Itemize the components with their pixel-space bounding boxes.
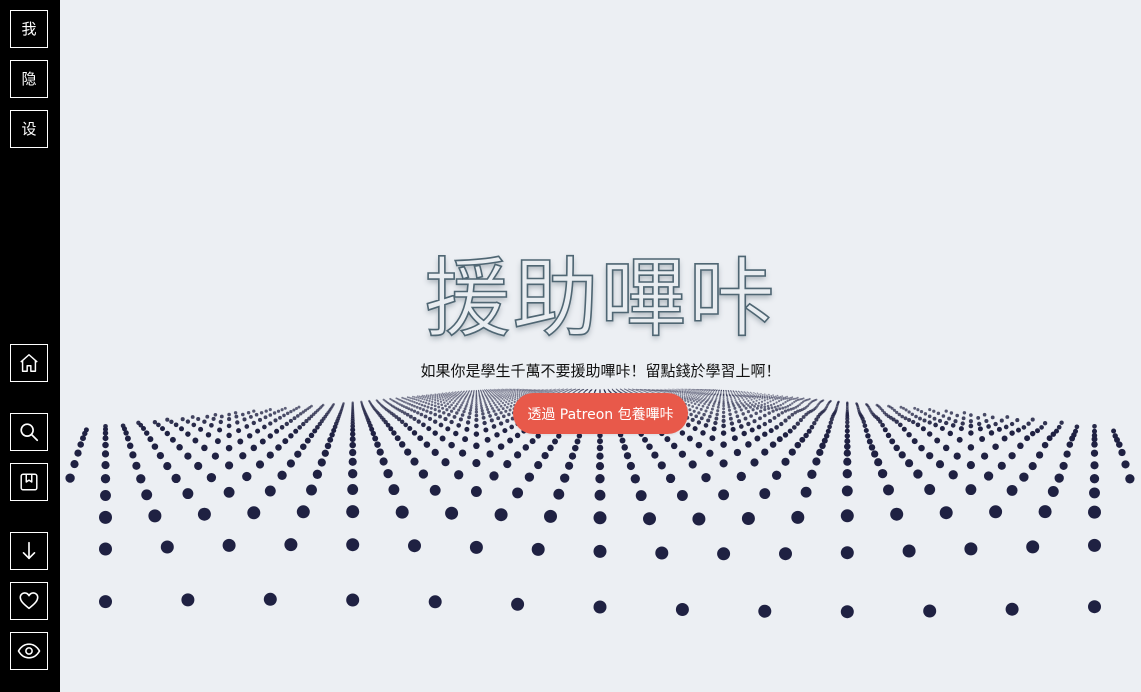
me-button-label: 我: [21, 19, 37, 38]
hide-button[interactable]: 隐: [10, 60, 48, 98]
patreon-button-label: 透過 Patreon 包養嗶咔: [527, 406, 674, 423]
arrow-down-icon: [18, 540, 40, 562]
hide-button-label: 隐: [21, 69, 37, 88]
patreon-support-button[interactable]: 透過 Patreon 包養嗶咔: [513, 393, 688, 434]
eye-icon: [17, 640, 41, 662]
view-button[interactable]: [10, 632, 48, 670]
settings-button[interactable]: 设: [10, 110, 48, 148]
favorite-button[interactable]: [10, 582, 48, 620]
search-icon: [18, 421, 40, 443]
home-icon: [18, 352, 40, 374]
home-button[interactable]: [10, 344, 48, 382]
me-button[interactable]: 我: [10, 10, 48, 48]
bookmark-icon: [18, 471, 40, 493]
scroll-down-button[interactable]: [10, 532, 48, 570]
sidebar: 我 隐 设: [0, 0, 60, 692]
hero-title: 援助嗶咔: [424, 249, 777, 349]
search-button[interactable]: [10, 413, 48, 451]
hero-subtitle: 如果你是學生千萬不要援助嗶咔！留點錢於學習上啊！: [420, 362, 781, 380]
main-content: 援助嗶咔 如果你是學生千萬不要援助嗶咔！留點錢於學習上啊！ 透過 Patreon…: [60, 0, 1141, 692]
heart-icon: [18, 590, 40, 612]
settings-button-label: 设: [21, 119, 37, 138]
bookmark-button[interactable]: [10, 463, 48, 501]
